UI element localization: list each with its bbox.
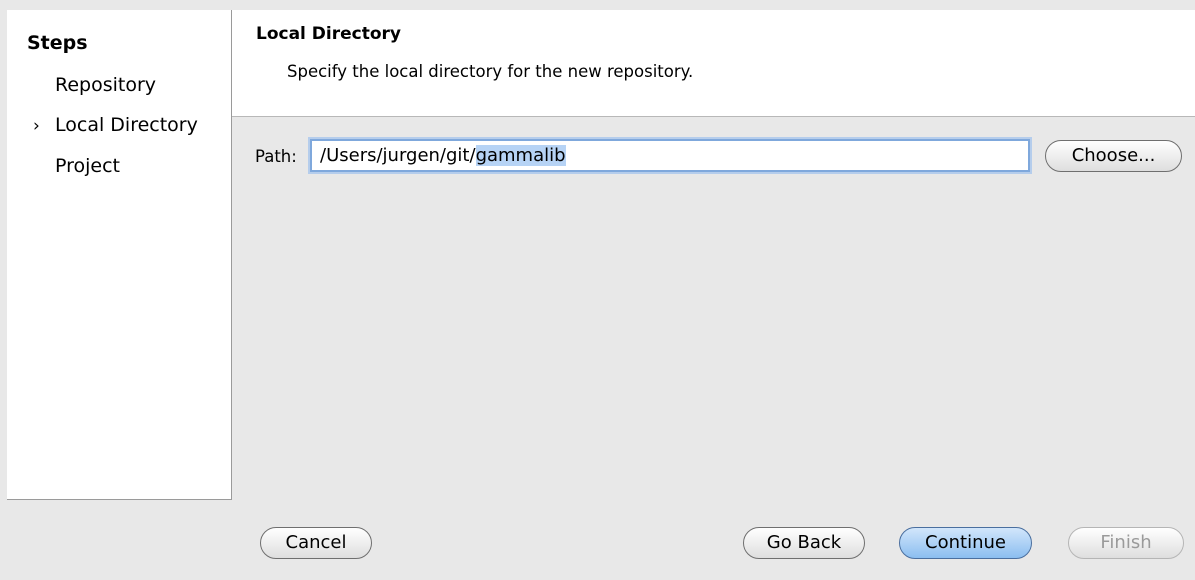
step-label: Local Directory <box>55 114 198 136</box>
path-value: /Users/jurgen/git/ <box>320 145 476 166</box>
finish-button: Finish <box>1068 527 1184 559</box>
step-label: Repository <box>55 74 157 96</box>
step-repository: Repository <box>33 74 156 96</box>
page-description: Specify the local directory for the new … <box>287 62 694 81</box>
page-header: Local Directory Specify the local direct… <box>232 10 1195 117</box>
steps-title: Steps <box>27 32 88 54</box>
steps-sidebar: Steps Repository › Local Directory Projec… <box>7 10 232 500</box>
step-label: Project <box>55 155 121 177</box>
path-input[interactable]: /Users/jurgen/git/gammalib <box>310 139 1030 172</box>
current-step-chevron-icon: › <box>33 116 40 136</box>
step-local-directory: › Local Directory <box>33 114 198 136</box>
go-back-button[interactable]: Go Back <box>743 527 865 559</box>
path-selected-text: gammalib <box>475 145 566 166</box>
continue-button[interactable]: Continue <box>899 527 1032 559</box>
path-label: Path: <box>255 147 297 166</box>
cancel-button[interactable]: Cancel <box>260 527 372 559</box>
step-project: Project <box>33 155 120 177</box>
choose-button[interactable]: Choose... <box>1045 140 1182 172</box>
page-title: Local Directory <box>256 24 402 44</box>
